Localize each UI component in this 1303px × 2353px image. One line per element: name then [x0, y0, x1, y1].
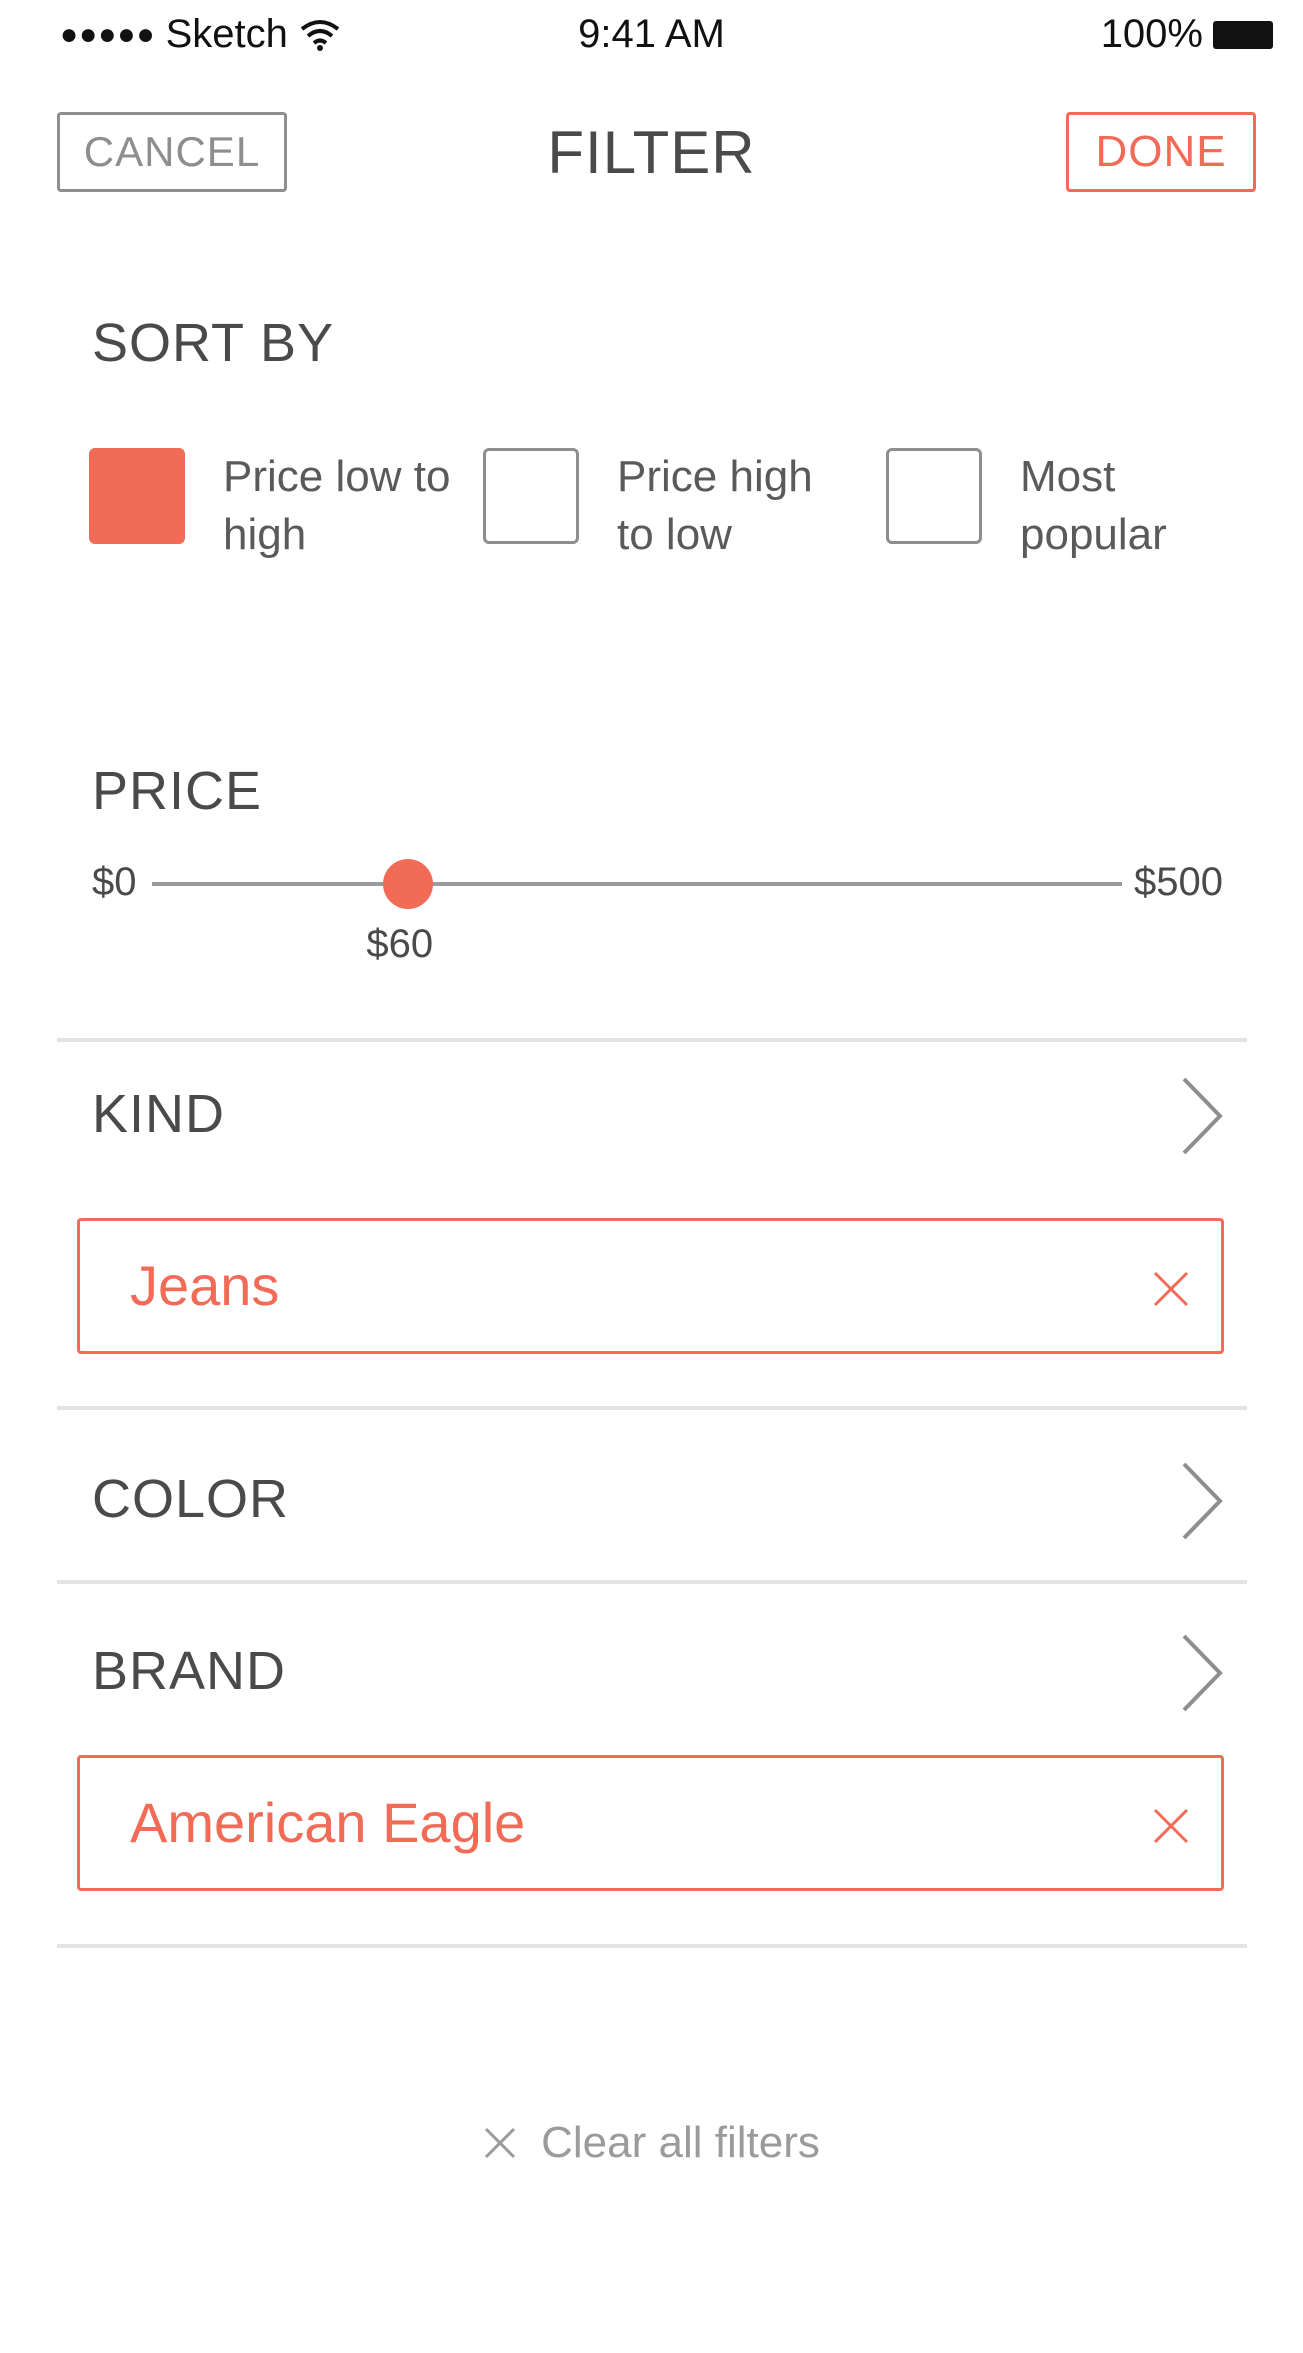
price-min-label: $0 — [92, 860, 137, 904]
divider — [57, 1944, 1247, 1948]
sort-checkbox[interactable] — [483, 448, 579, 544]
color-title: COLOR — [92, 1469, 290, 1529]
brand-selected-chip: American Eagle — [77, 1755, 1224, 1891]
sort-checkbox[interactable] — [89, 448, 185, 544]
divider — [57, 1406, 1247, 1410]
chip-label: Jeans — [130, 1254, 280, 1317]
brand-chevron-right-icon[interactable] — [1170, 1628, 1230, 1718]
sort-option-label: Price high to low — [617, 452, 813, 559]
price-title: PRICE — [92, 761, 263, 821]
battery-percent: 100% — [1100, 12, 1203, 56]
status-bar: ●●●●● Sketch 9:41 AM 100% — [0, 0, 1303, 72]
sort-option-price-low-high[interactable]: Price low to high — [89, 448, 453, 564]
divider — [57, 1038, 1247, 1042]
price-max-label: $500 — [1134, 860, 1223, 904]
kind-chevron-right-icon[interactable] — [1170, 1071, 1230, 1161]
kind-selected-chip: Jeans — [77, 1218, 1224, 1354]
sort-by-title: SORT BY — [92, 313, 335, 373]
divider — [57, 1580, 1247, 1584]
kind-title: KIND — [92, 1084, 226, 1144]
color-chevron-right-icon[interactable] — [1170, 1456, 1230, 1546]
sort-option-price-high-low[interactable]: Price high to low — [483, 448, 847, 564]
price-value-label: $60 — [366, 922, 434, 966]
done-button[interactable]: DONE — [1066, 112, 1256, 192]
close-icon — [485, 2127, 516, 2159]
price-slider-track[interactable] — [152, 882, 1122, 886]
price-slider-thumb[interactable] — [383, 859, 434, 909]
sort-option-most-popular[interactable]: Most popular — [886, 448, 1250, 564]
status-right: 100% — [1101, 12, 1273, 57]
brand-title: BRAND — [92, 1641, 287, 1701]
clear-all-label: Clear all filters — [541, 2118, 820, 2167]
sort-option-label: Price low to high — [223, 452, 451, 559]
remove-chip-close-icon[interactable] — [1151, 1806, 1191, 1846]
clear-all-filters-button[interactable]: Clear all filters — [0, 2118, 1303, 2168]
chip-label: American Eagle — [130, 1791, 526, 1854]
sort-option-label: Most popular — [1020, 452, 1167, 559]
sort-checkbox[interactable] — [886, 448, 982, 544]
battery-icon — [1213, 20, 1273, 49]
remove-chip-close-icon[interactable] — [1151, 1269, 1191, 1309]
